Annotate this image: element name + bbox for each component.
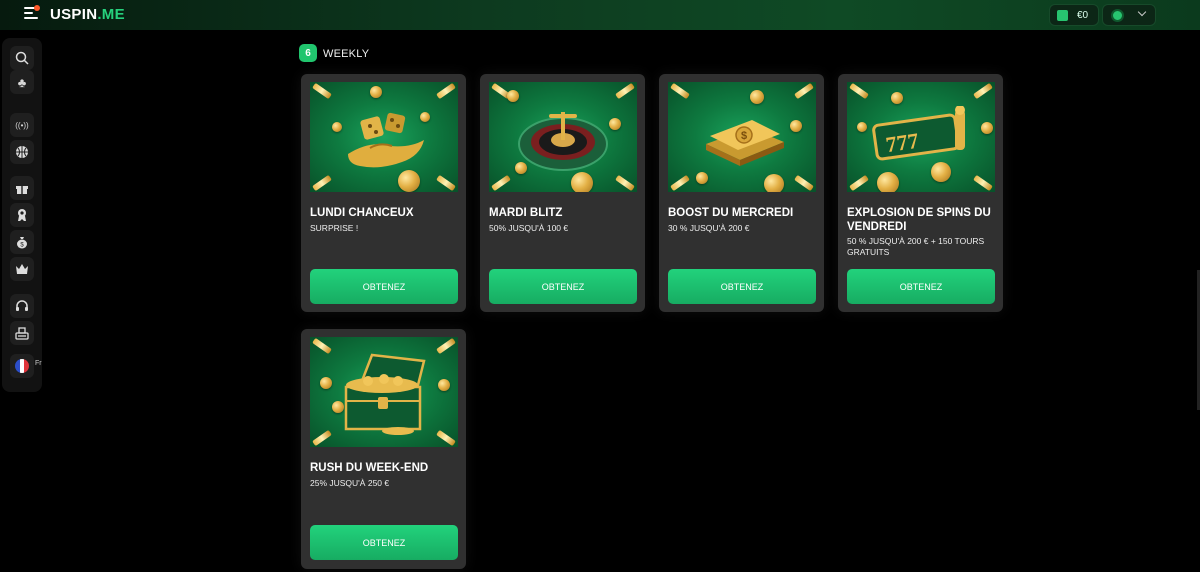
cash-stack-image: $ xyxy=(668,82,816,192)
svg-text:$: $ xyxy=(741,130,747,142)
language-selector[interactable] xyxy=(10,354,34,378)
promo-card: MARDI BLITZ 50% JUSQU'À 100 € OBTENEZ xyxy=(480,74,645,312)
promo-subtitle: 25% JUSQU'À 250 € xyxy=(310,478,390,488)
notification-dot xyxy=(34,5,40,11)
medal-icon[interactable] xyxy=(10,203,34,227)
section-badge: 6 xyxy=(299,44,317,62)
roulette-image xyxy=(489,82,637,192)
promo-title: EXPLOSION DE SPINS DU VENDREDI xyxy=(847,207,991,233)
promo-title: RUSH DU WEEK-END xyxy=(310,462,429,474)
promo-subtitle: SURPRISE ! xyxy=(310,223,359,233)
balance-amount: €0 xyxy=(1077,10,1089,21)
sports-ball-icon[interactable] xyxy=(10,140,34,164)
promo-title: MARDI BLITZ xyxy=(489,207,563,219)
gift-icon[interactable] xyxy=(10,176,34,200)
claim-button[interactable]: OBTENEZ xyxy=(847,269,995,304)
chevron-down-icon xyxy=(1137,7,1147,17)
avatar xyxy=(1111,9,1124,22)
promo-subtitle: 30 % JUSQU'À 200 € xyxy=(668,223,750,233)
french-flag-icon xyxy=(15,359,29,373)
money-bag-icon[interactable]: $ xyxy=(10,230,34,254)
wallet-icon xyxy=(1057,10,1068,21)
headset-icon[interactable] xyxy=(10,294,34,318)
promo-card: 777 EXPLOSION DE SPINS DU VENDREDI 50 % … xyxy=(838,74,1003,312)
site-logo[interactable]: USPIN.ME xyxy=(50,6,125,23)
claim-button[interactable]: OBTENEZ xyxy=(310,269,458,304)
live-broadcast-icon[interactable]: ((•)) xyxy=(10,113,34,137)
dice-hand-image xyxy=(310,82,458,192)
cashier-icon[interactable] xyxy=(10,321,34,345)
top-header: USPIN.ME €0 xyxy=(0,0,1200,30)
language-label: Fr xyxy=(35,360,42,367)
promo-subtitle: 50 % JUSQU'À 200 € + 150 TOURS GRATUITS xyxy=(847,236,985,257)
promo-title: BOOST DU MERCREDI xyxy=(668,207,794,219)
club-icon[interactable]: ♣ xyxy=(10,70,34,94)
slot-reels-image: 777 xyxy=(847,82,995,192)
promo-card: RUSH DU WEEK-END 25% JUSQU'À 250 € OBTEN… xyxy=(301,329,466,569)
search-icon[interactable] xyxy=(10,46,34,70)
section-title: WEEKLY xyxy=(323,48,370,60)
claim-button[interactable]: OBTENEZ xyxy=(489,269,637,304)
promo-card: LUNDI CHANCEUX SURPRISE ! OBTENEZ xyxy=(301,74,466,312)
promo-card: $ BOOST DU MERCREDI 30 % JUSQU'À 200 € O… xyxy=(659,74,824,312)
promo-title: LUNDI CHANCEUX xyxy=(310,207,414,219)
crown-icon[interactable] xyxy=(10,257,34,281)
claim-button[interactable]: OBTENEZ xyxy=(310,525,458,560)
wallet-button[interactable]: €0 xyxy=(1049,4,1099,26)
treasure-chest-image xyxy=(310,337,458,447)
claim-button[interactable]: OBTENEZ xyxy=(668,269,816,304)
promo-subtitle: 50% JUSQU'À 100 € xyxy=(489,223,569,233)
account-menu-button[interactable] xyxy=(1102,4,1156,26)
svg-text:777: 777 xyxy=(884,128,920,157)
sidebar: ♣ ((•)) $ xyxy=(2,38,42,392)
